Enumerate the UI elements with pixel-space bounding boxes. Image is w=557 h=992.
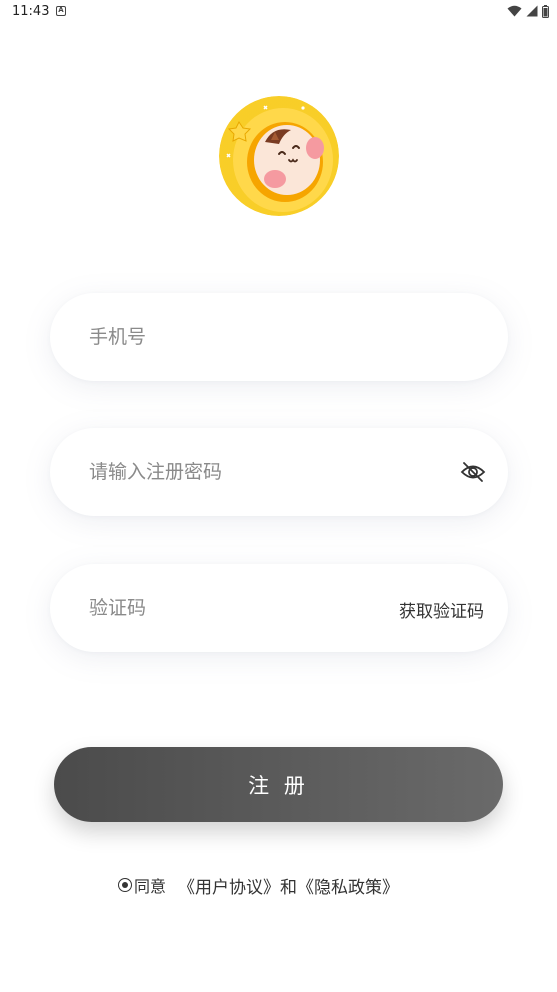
agreement-conjunction: 和 xyxy=(280,877,298,898)
register-button[interactable]: 注 册 xyxy=(54,747,503,822)
password-field-card xyxy=(50,428,508,516)
agree-label: 同意 xyxy=(134,877,167,896)
code-input[interactable] xyxy=(89,588,409,628)
battery-icon xyxy=(542,4,549,18)
app-logo-avatar xyxy=(219,96,339,216)
radio-dot xyxy=(122,882,128,888)
get-code-button[interactable]: 获取验证码 xyxy=(399,597,484,622)
cartoon-avatar-icon xyxy=(219,96,339,216)
code-field-card: 获取验证码 xyxy=(50,564,508,652)
signal-icon xyxy=(526,5,538,17)
privacy-policy-link[interactable]: 《隐私政策》 xyxy=(297,873,399,898)
register-screen: 11:43 A 手机号 验证码 获取验证码 注 册 同意 《用户协议》 和 《隐… xyxy=(0,0,557,992)
status-time: 11:43 xyxy=(12,4,50,19)
password-input[interactable] xyxy=(89,452,409,492)
phone-input[interactable] xyxy=(89,317,409,357)
agree-radio[interactable] xyxy=(118,878,132,892)
wifi-icon xyxy=(507,5,522,17)
status-bar: 11:43 A xyxy=(0,0,557,24)
phone-field-card xyxy=(50,293,508,381)
status-icons xyxy=(507,4,549,18)
agreement-row: 同意 《用户协议》 和 《隐私政策》 xyxy=(118,873,399,898)
eye-off-icon[interactable] xyxy=(460,461,486,483)
notification-icon: A xyxy=(56,6,66,16)
user-agreement-link[interactable]: 《用户协议》 xyxy=(178,873,280,898)
